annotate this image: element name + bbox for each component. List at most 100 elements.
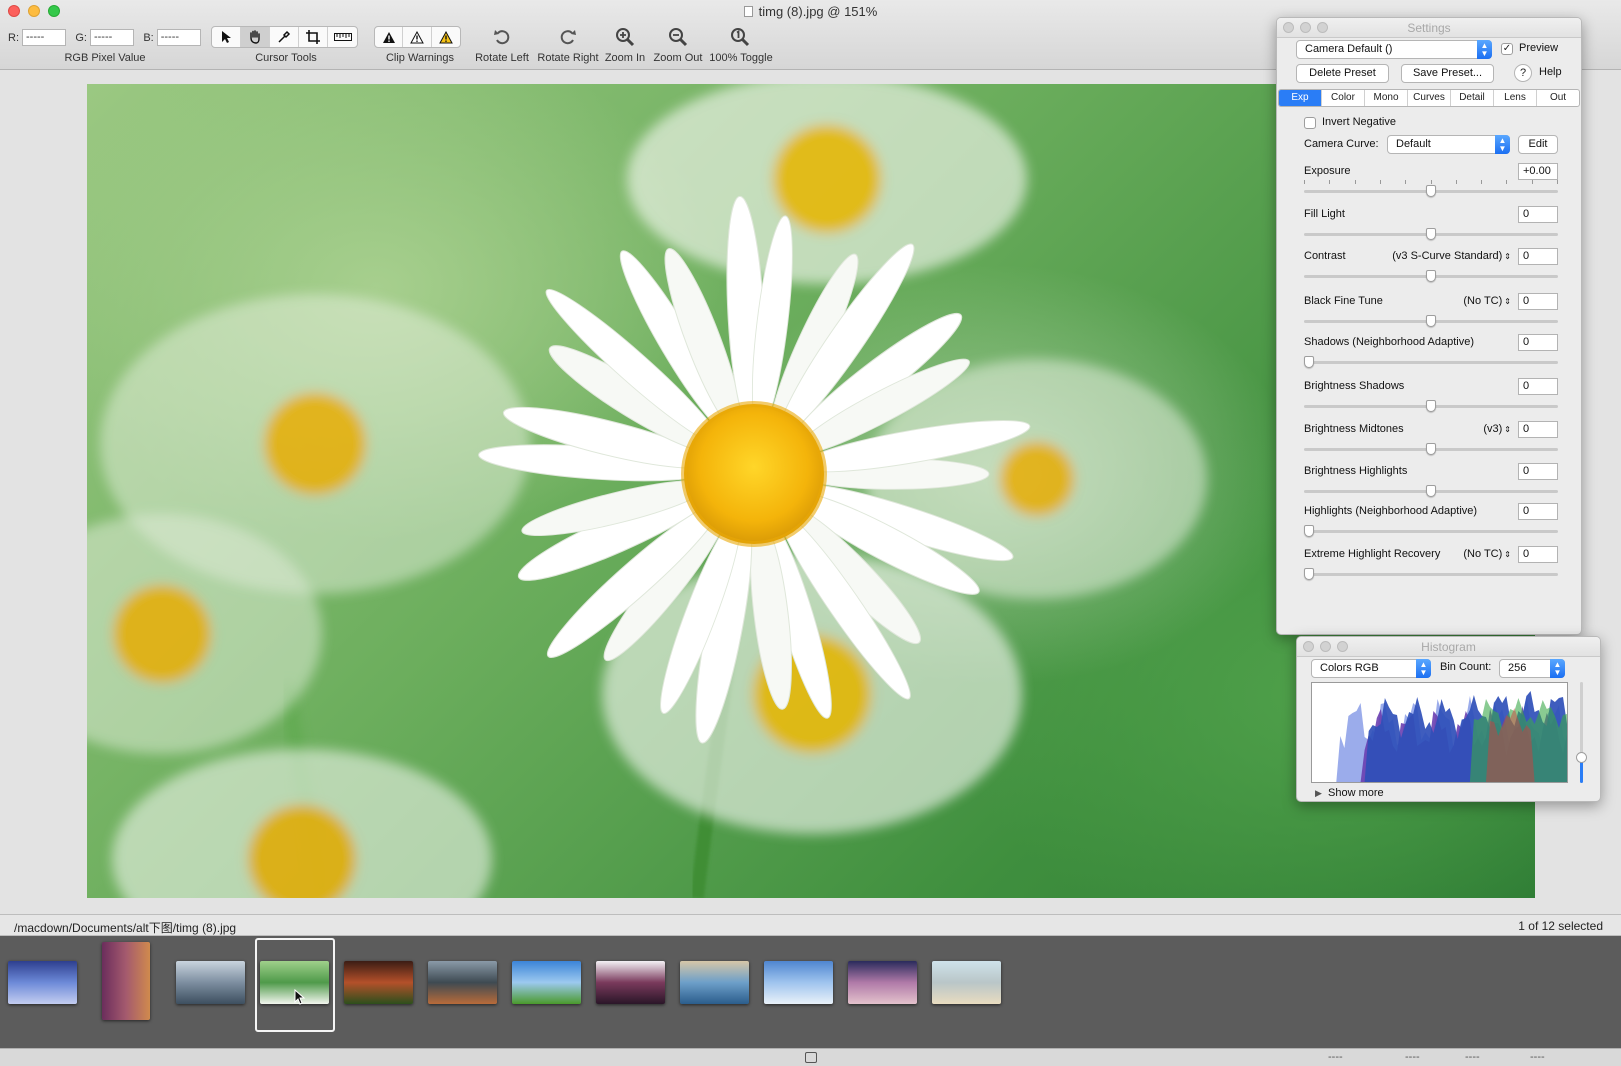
fill-light-slider[interactable] [1304, 228, 1558, 240]
toggle-100-button[interactable] [712, 24, 768, 50]
contrast-label: Contrast [1304, 250, 1346, 262]
exposure-slider[interactable] [1304, 185, 1558, 197]
highlights-neighborhood-adaptive-value-field[interactable]: 0 [1518, 503, 1558, 520]
edit-curve-button[interactable]: Edit [1518, 135, 1558, 154]
black-fine-tune-mode-select[interactable]: (No TC) ⇕ [1463, 295, 1511, 307]
hand-icon[interactable] [241, 27, 270, 47]
brightness-midtones-mode-select[interactable]: (v3) ⇕ [1483, 423, 1511, 435]
zoom-out-icon [669, 28, 688, 47]
disclosure-triangle-icon[interactable]: ▶ [1315, 788, 1322, 799]
tray-toggle-icon[interactable] [805, 1052, 817, 1063]
shadows-neighborhood-adaptive-slider-knob[interactable] [1304, 356, 1314, 368]
document-icon [743, 6, 753, 17]
panel-close-button[interactable] [1303, 641, 1314, 652]
invert-negative-checkbox[interactable] [1304, 117, 1316, 129]
extreme-highlight-recovery-slider[interactable] [1304, 568, 1558, 580]
brightness-shadows-label: Brightness Shadows [1304, 380, 1405, 392]
brightness-shadows-slider[interactable] [1304, 400, 1558, 412]
filmstrip-thumbnail-blue-river[interactable] [680, 961, 749, 1004]
highlights-neighborhood-adaptive-slider[interactable] [1304, 525, 1558, 537]
brightness-highlights-value-field[interactable]: 0 [1518, 463, 1558, 480]
panel-zoom-button[interactable] [1337, 641, 1348, 652]
toggle-100-label: 100% Toggle [709, 52, 773, 64]
black-fine-tune-slider[interactable] [1304, 315, 1558, 327]
zoom-in-button[interactable] [597, 24, 653, 50]
tab-out[interactable]: Out [1537, 90, 1579, 106]
brightness-shadows-value-field[interactable]: 0 [1518, 378, 1558, 395]
tab-detail[interactable]: Detail [1451, 90, 1494, 106]
exposure-value-field[interactable]: +0.00 [1518, 163, 1558, 180]
fill-light-slider-knob[interactable] [1426, 228, 1436, 240]
exposure-slider-knob[interactable] [1426, 185, 1436, 197]
contrast-value-field[interactable]: 0 [1518, 248, 1558, 265]
arrow-cursor-icon[interactable] [212, 27, 241, 47]
brightness-shadows-slider-knob[interactable] [1426, 400, 1436, 412]
filmstrip-thumbnail-sand-beach[interactable] [932, 961, 1001, 1004]
filmstrip-thumbnail-sunset-field[interactable] [344, 961, 413, 1004]
clip-warning-black-icon[interactable] [375, 27, 404, 47]
filmstrip-thumbnail-city-lights[interactable] [428, 961, 497, 1004]
histogram-scale-knob[interactable] [1576, 752, 1587, 763]
rotate-right-button[interactable] [540, 24, 596, 50]
zoom-out-button[interactable] [650, 24, 706, 50]
eyedropper-icon[interactable] [270, 27, 299, 47]
brightness-midtones-slider[interactable] [1304, 443, 1558, 455]
tab-lens[interactable]: Lens [1494, 90, 1537, 106]
filmstrip-thumbnail-mauve-lake[interactable] [848, 961, 917, 1004]
histogram-scale-slider[interactable] [1576, 682, 1587, 783]
rotate-right-label: Rotate Right [537, 52, 599, 64]
filmstrip-thumbnail-dandelions[interactable] [764, 961, 833, 1004]
help-icon[interactable]: ? [1514, 64, 1532, 82]
ruler-icon[interactable] [328, 27, 357, 47]
filmstrip-thumbnail-pink-lake[interactable] [596, 961, 665, 1004]
tab-curves[interactable]: Curves [1408, 90, 1451, 106]
camera-curve-select[interactable]: Default ▲ ▼ [1387, 135, 1510, 154]
brightness-highlights-slider[interactable] [1304, 485, 1558, 497]
show-more-label[interactable]: Show more [1328, 787, 1384, 799]
filmstrip-thumbnail-green-hills[interactable] [512, 961, 581, 1004]
rotate-left-button[interactable] [474, 24, 530, 50]
contrast-mode-select[interactable]: (v3 S-Curve Standard) ⇕ [1392, 250, 1511, 262]
brightness-midtones-slider-knob[interactable] [1426, 443, 1436, 455]
preview-checkbox[interactable]: ✓ [1501, 43, 1513, 55]
bin-count-select[interactable]: 256 ▲ ▼ [1499, 659, 1565, 678]
tab-color[interactable]: Color [1322, 90, 1365, 106]
save-preset-button[interactable]: Save Preset... [1401, 64, 1494, 83]
fill-light-value-field[interactable]: 0 [1518, 206, 1558, 223]
settings-tabs: Exp Color Mono Curves Detail Lens Out [1278, 89, 1580, 107]
help-label[interactable]: Help [1539, 66, 1562, 78]
histogram-mode-select[interactable]: Colors RGB ▲ ▼ [1311, 659, 1431, 678]
extreme-highlight-recovery-value-field[interactable]: 0 [1518, 546, 1558, 563]
contrast-slider[interactable] [1304, 270, 1558, 282]
filmstrip-thumbnail-coast-wave[interactable] [176, 961, 245, 1004]
delete-preset-button[interactable]: Delete Preset [1296, 64, 1389, 83]
preset-select[interactable]: Camera Default () ▲ ▼ [1296, 40, 1492, 59]
clip-warning-white-icon[interactable] [403, 27, 432, 47]
shadows-neighborhood-adaptive-label: Shadows (Neighborhood Adaptive) [1304, 336, 1475, 348]
invert-negative-label: Invert Negative [1322, 116, 1396, 128]
highlights-neighborhood-adaptive-slider-knob[interactable] [1304, 525, 1314, 537]
clip-warning-color-icon[interactable] [432, 27, 460, 47]
filmstrip-thumbnail-mountain-lake[interactable] [8, 961, 77, 1004]
panel-close-button[interactable] [1283, 22, 1294, 33]
extreme-highlight-recovery-slider-knob[interactable] [1304, 568, 1314, 580]
g-value-field: ----- [89, 29, 134, 46]
panel-zoom-button[interactable] [1317, 22, 1328, 33]
black-fine-tune-slider-knob[interactable] [1426, 315, 1436, 327]
tab-exp[interactable]: Exp [1279, 90, 1322, 106]
panel-minimize-button[interactable] [1300, 22, 1311, 33]
shadows-neighborhood-adaptive-value-field[interactable]: 0 [1518, 334, 1558, 351]
info-field-3: ---- [1465, 1051, 1480, 1063]
extreme-highlight-recovery-label: Extreme Highlight Recovery [1304, 548, 1441, 560]
crop-icon[interactable] [299, 27, 328, 47]
brightness-highlights-slider-knob[interactable] [1426, 485, 1436, 497]
bottom-bar: ---- ---- ---- ---- [0, 1048, 1621, 1066]
black-fine-tune-value-field[interactable]: 0 [1518, 293, 1558, 310]
brightness-midtones-value-field[interactable]: 0 [1518, 421, 1558, 438]
filmstrip-thumbnail-purple-field[interactable] [102, 942, 150, 1020]
panel-minimize-button[interactable] [1320, 641, 1331, 652]
tab-mono[interactable]: Mono [1365, 90, 1408, 106]
extreme-highlight-recovery-mode-select[interactable]: (No TC) ⇕ [1463, 548, 1511, 560]
shadows-neighborhood-adaptive-slider[interactable] [1304, 356, 1558, 368]
contrast-slider-knob[interactable] [1426, 270, 1436, 282]
